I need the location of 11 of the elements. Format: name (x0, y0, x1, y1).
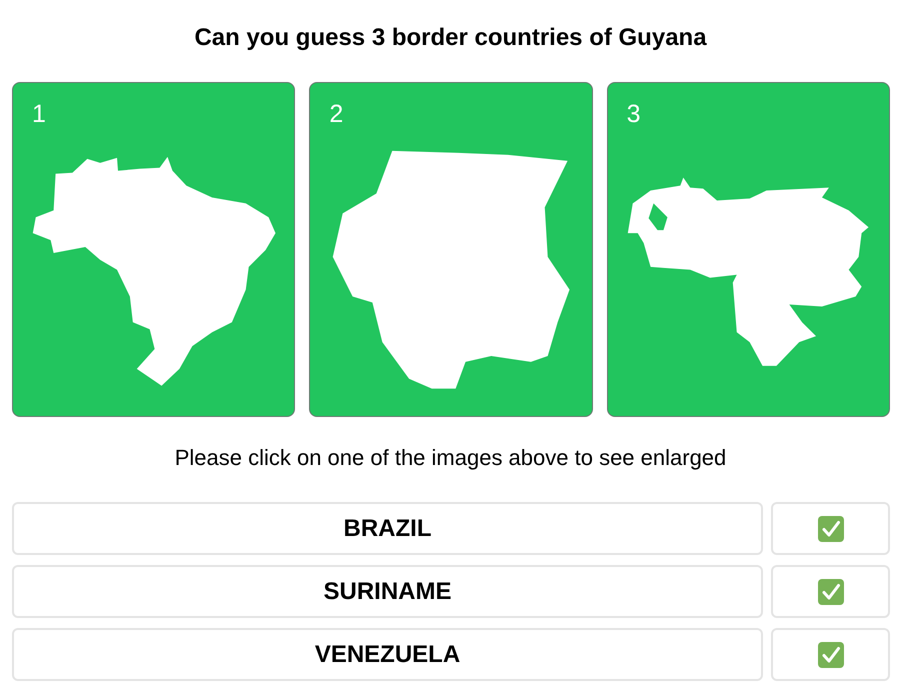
card-number: 2 (329, 99, 344, 129)
map-card[interactable]: 1 (12, 82, 296, 417)
answer-box: VENEZUELA (12, 628, 763, 681)
card-number: 1 (32, 99, 46, 129)
instruction-text: Please click on one of the images above to see enlarged (174, 444, 726, 472)
quiz-title: Can you guess 3 border countries of Guyana (194, 23, 707, 53)
answer-box: SURINAME (12, 565, 763, 618)
map-card[interactable]: 2 (309, 82, 593, 417)
answer-box: BRAZIL (12, 502, 763, 555)
card-number: 3 (626, 99, 641, 129)
map-card[interactable]: 3 (606, 82, 890, 417)
